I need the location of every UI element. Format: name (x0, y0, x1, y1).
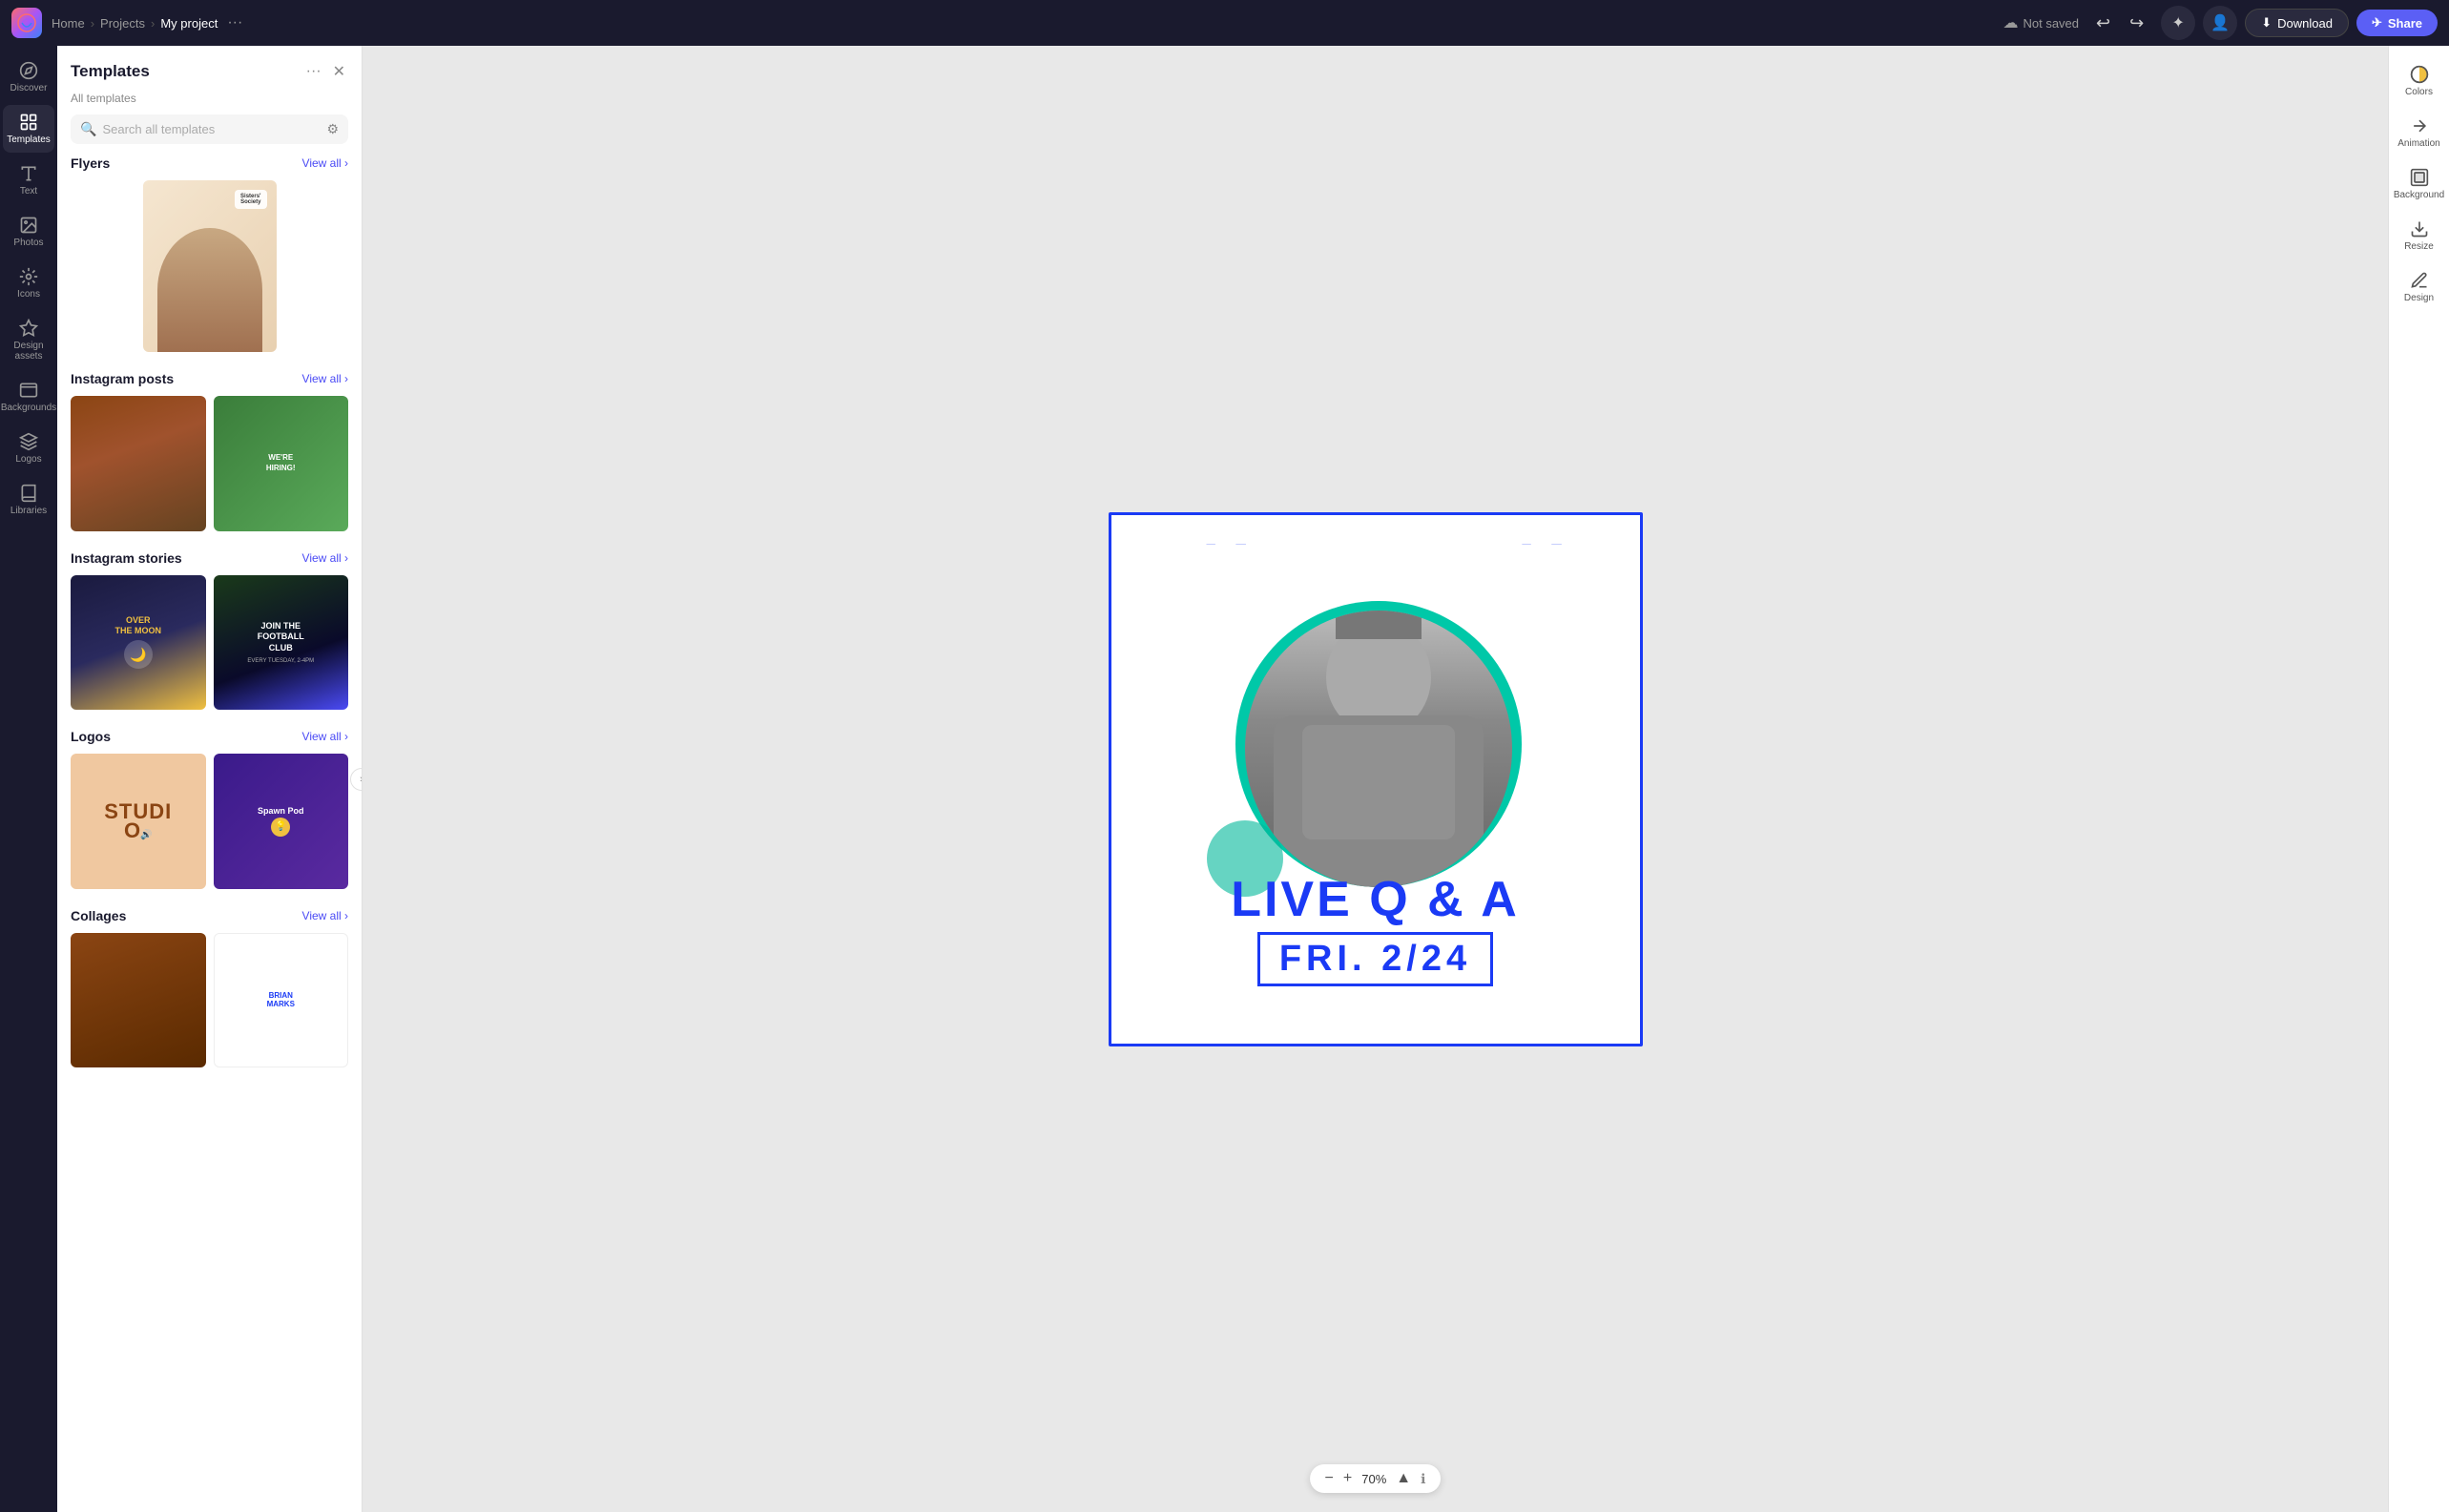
sidebar-item-photos[interactable]: Photos (3, 208, 54, 256)
collages-grid: BRIAN MARKS (71, 933, 348, 1068)
svg-text:BRIAN MARKS: BRIAN MARKS (1150, 544, 1623, 557)
sidebar-item-backgrounds[interactable]: Backgrounds (3, 373, 54, 421)
collages-title: Collages (71, 908, 126, 923)
download-button[interactable]: ⬇ Download (2245, 9, 2349, 37)
right-panel-background[interactable]: Background (2392, 160, 2447, 208)
search-input[interactable] (102, 122, 321, 136)
logos-grid: STUDI O🔊 Spawn Pod 💡 (71, 754, 348, 889)
nav-projects[interactable]: Projects (100, 16, 145, 31)
undo-redo-group: ↩ ↪ (2088, 10, 2151, 37)
insta-posts-grid: ZOE FRANCIS WE'REHIRING! (71, 396, 348, 531)
insta-posts-view-all[interactable]: View all › (302, 372, 348, 385)
panel-more-btn[interactable]: ··· (303, 59, 324, 84)
app-logo (11, 8, 42, 38)
zoom-bar: − + 70% ▲ ℹ (1310, 1464, 1442, 1493)
logos-title: Logos (71, 729, 111, 744)
section-instagram-posts: Instagram posts View all › ZOE FRANCIS W… (71, 371, 348, 531)
share-button[interactable]: ✈ Share (2356, 10, 2438, 36)
panel-subtitle: All templates (57, 92, 362, 114)
section-logos-header: Logos View all › (71, 729, 348, 744)
breadcrumb-sep1: › (91, 16, 94, 31)
filter-btn[interactable]: ⚙ (326, 121, 339, 137)
save-status: ☁ Not saved (2003, 13, 2079, 32)
more-options-btn[interactable]: ··· (221, 10, 248, 35)
curved-text-brian-marks: BRIAN MARKS (1111, 544, 1640, 735)
sidebar-item-icons[interactable]: Icons (3, 259, 54, 307)
search-bar: 🔍 ⚙ (71, 114, 348, 144)
section-flyers: Flyers View all › Sisters'Society (71, 155, 348, 352)
breadcrumb: Home › Projects › My project ··· (52, 10, 1985, 35)
flyers-view-all[interactable]: View all › (302, 156, 348, 170)
section-collages: Collages View all › BRIAN MARKS (71, 908, 348, 1068)
section-collages-header: Collages View all › (71, 908, 348, 923)
panel-header: Templates ··· ✕ (57, 46, 362, 92)
section-instagram-stories: Instagram stories View all › OVERTHE MOO… (71, 550, 348, 711)
sidebar-item-discover[interactable]: Discover (3, 53, 54, 101)
main-layout: Discover Templates Text Photos (0, 46, 2449, 1512)
search-icon: 🔍 (80, 121, 96, 137)
zoom-level: 70% (1361, 1472, 1386, 1486)
story-template-2[interactable]: JOIN THEFOOTBALLCLUB EVERY TUESDAY, 2-4P… (214, 575, 349, 711)
breadcrumb-sep2: › (151, 16, 155, 31)
logos-view-all[interactable]: View all › (302, 730, 348, 743)
right-panel-animation[interactable]: Animation (2392, 109, 2447, 156)
sidebar-item-design-assets[interactable]: Design assets (3, 311, 54, 369)
canvas-wrapper: BRIAN MARKS LIVE Q & A FRI. 2/24 (1109, 512, 1643, 1046)
magic-btn[interactable]: ✦ (2161, 6, 2195, 40)
collage-template-2[interactable]: BRIAN MARKS (214, 933, 349, 1068)
sidebar-item-logos[interactable]: Logos (3, 425, 54, 472)
sidebar-item-templates[interactable]: Templates (3, 105, 54, 153)
panel-title: Templates (71, 62, 150, 81)
right-panel: Colors Animation Background Resize (2388, 46, 2449, 1512)
download-icon: ⬇ (2261, 15, 2272, 31)
date-text: FRI. 2/24 (1257, 932, 1493, 986)
sidebar-item-text[interactable]: Text (3, 156, 54, 204)
flyer-template-1[interactable]: Sisters'Society (143, 180, 277, 352)
zoom-up-btn[interactable]: ▲ (1396, 1470, 1411, 1487)
project-name[interactable]: My project (160, 16, 218, 31)
collages-view-all[interactable]: View all › (302, 909, 348, 922)
zoom-in-btn[interactable]: + (1343, 1470, 1352, 1487)
canvas-design[interactable]: BRIAN MARKS LIVE Q & A FRI. 2/24 (1109, 512, 1643, 1046)
design-bottom-text: LIVE Q & A FRI. 2/24 (1111, 875, 1640, 986)
live-qa-text: LIVE Q & A (1231, 875, 1520, 924)
sidebar-item-libraries[interactable]: Libraries (3, 476, 54, 524)
account-btn[interactable]: 👤 (2203, 6, 2237, 40)
flyers-title: Flyers (71, 155, 110, 171)
right-panel-resize[interactable]: Resize (2392, 212, 2447, 259)
insta-posts-title: Instagram posts (71, 371, 174, 386)
section-insta-posts-header: Instagram posts View all › (71, 371, 348, 386)
logo-template-1[interactable]: STUDI O🔊 (71, 754, 206, 889)
panel-header-actions: ··· ✕ (303, 59, 348, 84)
right-panel-design[interactable]: Design (2392, 263, 2447, 311)
insta-post-template-2[interactable]: WE'REHIRING! (214, 396, 349, 531)
section-insta-stories-header: Instagram stories View all › (71, 550, 348, 566)
insta-stories-title: Instagram stories (71, 550, 182, 566)
templates-content: Flyers View all › Sisters'Society Instag… (57, 155, 362, 1512)
logo-template-2[interactable]: Spawn Pod 💡 (214, 754, 349, 889)
undo-button[interactable]: ↩ (2088, 10, 2118, 37)
nav-home[interactable]: Home (52, 16, 85, 31)
canvas-area: BRIAN MARKS LIVE Q & A FRI. 2/24 − + 70%… (363, 46, 2388, 1512)
insta-stories-grid: OVERTHE MOON 🌙 JOIN THEFOOTBALLCLUB EVER… (71, 575, 348, 711)
zoom-out-btn[interactable]: − (1325, 1470, 1334, 1487)
section-logos: Logos View all › STUDI O🔊 Spawn Pod 💡 (71, 729, 348, 889)
panel-close-btn[interactable]: ✕ (330, 59, 348, 84)
templates-panel: Templates ··· ✕ All templates 🔍 ⚙ Flyers… (57, 46, 363, 1512)
story-template-1[interactable]: OVERTHE MOON 🌙 (71, 575, 206, 711)
right-panel-colors[interactable]: Colors (2392, 57, 2447, 105)
redo-button[interactable]: ↪ (2122, 10, 2151, 37)
zoom-info-btn[interactable]: ℹ (1421, 1471, 1425, 1487)
left-sidebar: Discover Templates Text Photos (0, 46, 57, 1512)
insta-post-template-1[interactable]: ZOE FRANCIS (71, 396, 206, 531)
flyers-grid: Sisters'Society (71, 180, 348, 352)
topbar-actions: ✦ 👤 ⬇ Download ✈ Share (2161, 6, 2438, 40)
collage-template-1[interactable] (71, 933, 206, 1068)
topbar: Home › Projects › My project ··· ☁ Not s… (0, 0, 2449, 46)
section-flyers-header: Flyers View all › (71, 155, 348, 171)
insta-stories-view-all[interactable]: View all › (302, 551, 348, 565)
share-icon: ✈ (2372, 15, 2382, 31)
